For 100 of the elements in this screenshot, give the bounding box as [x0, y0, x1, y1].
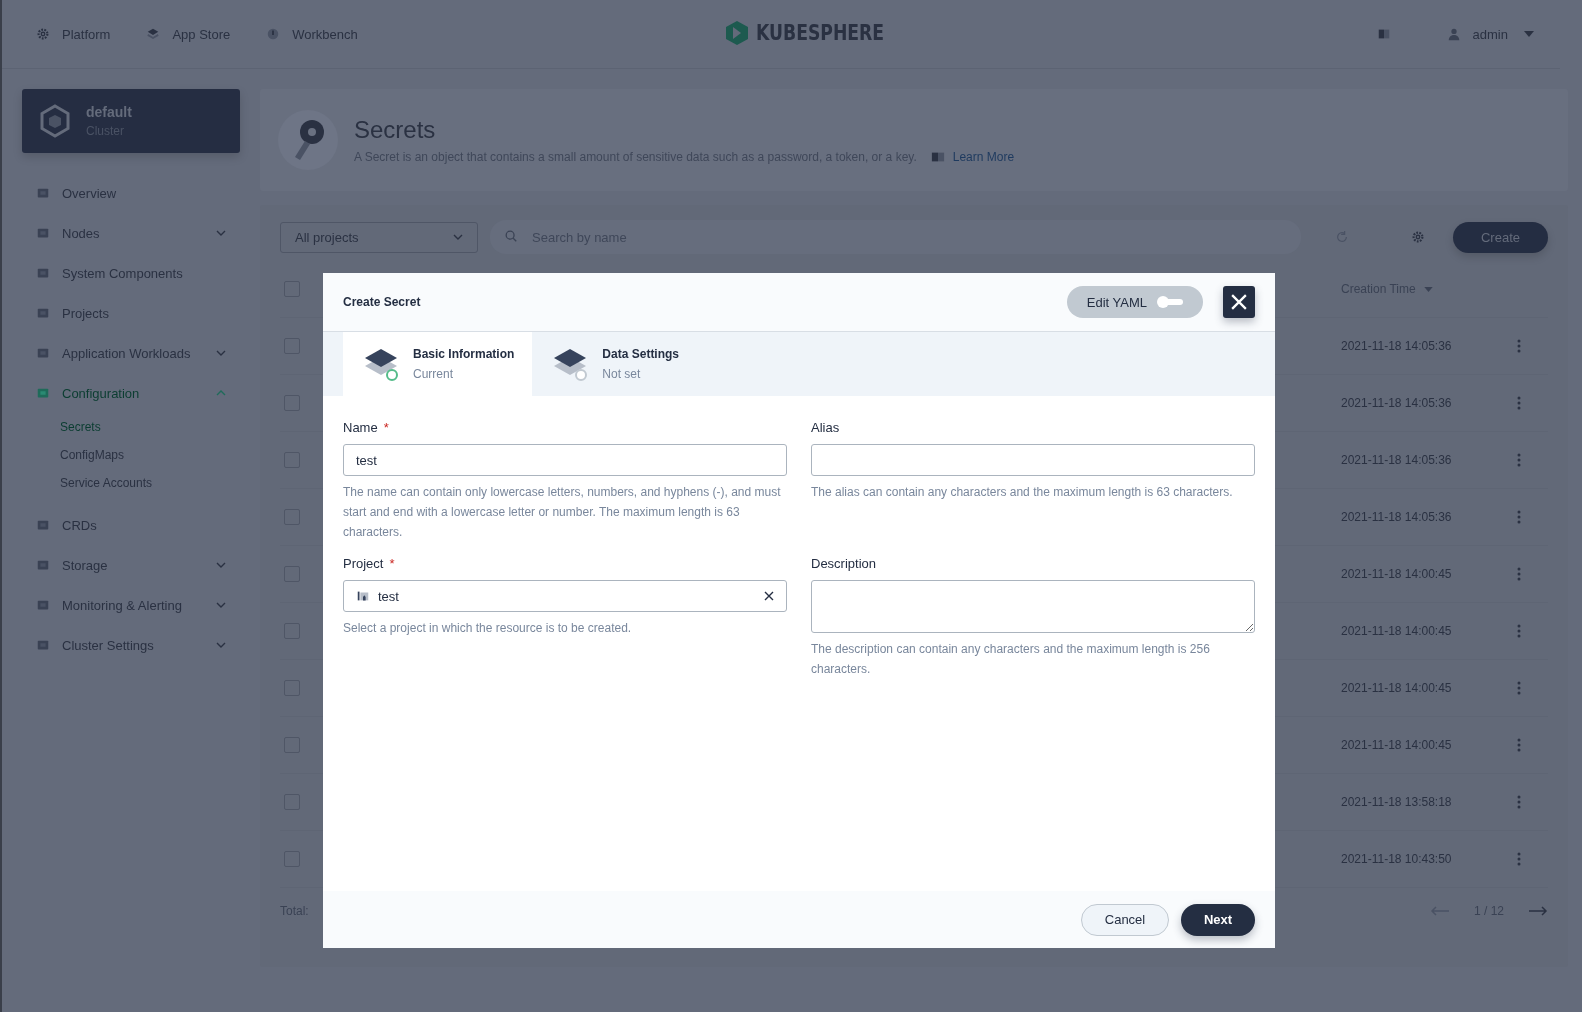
- book-icon[interactable]: [1376, 27, 1391, 41]
- nav-link[interactable]: Platform: [36, 26, 111, 42]
- sidebar-item[interactable]: CRDs: [22, 505, 240, 545]
- logo-text: KUBESPHERE: [756, 21, 885, 45]
- table-cell-text: 2021-11-18 13:58:18: [1341, 795, 1453, 809]
- more-icon[interactable]: [1517, 453, 1521, 467]
- table-cell-text: 2021-11-18 14:05:36: [1341, 510, 1453, 524]
- key-icon: [278, 110, 338, 170]
- learn-more-link[interactable]: Learn More: [952, 150, 1015, 164]
- cancel-button[interactable]: Cancel: [1081, 903, 1169, 936]
- menu-icon: [36, 558, 50, 572]
- table-cell-text: 2021-11-18 14:00:45: [1341, 624, 1453, 638]
- chevron-icon: [216, 230, 226, 236]
- create-button[interactable]: Create: [1453, 221, 1548, 253]
- step-status: Current: [413, 367, 454, 381]
- book-icon: [930, 150, 945, 164]
- project-icon: [356, 589, 370, 603]
- menu-icon: [36, 226, 50, 240]
- sidebar-item[interactable]: Projects: [22, 293, 240, 333]
- menu-icon: [36, 638, 50, 652]
- sidebar-item[interactable]: Application Workloads: [22, 333, 240, 373]
- field-hint: The description can contain any characters and the maximum length is 256 characters.: [811, 641, 1211, 678]
- logo-icon: [724, 20, 750, 46]
- more-icon[interactable]: [1517, 738, 1521, 752]
- input-field[interactable]: [811, 444, 1255, 476]
- step-title: Data Settings: [602, 347, 680, 361]
- project-filter[interactable]: All projects: [280, 221, 478, 253]
- sidebar-item[interactable]: Configuration: [22, 373, 240, 413]
- table-cell-text: 2021-11-18 10:43:50: [1341, 852, 1453, 866]
- more-icon[interactable]: [1517, 795, 1521, 809]
- sidebar-item[interactable]: Nodes: [22, 213, 240, 253]
- field-label: Name: [343, 419, 378, 435]
- refresh-icon[interactable]: [1335, 230, 1349, 244]
- more-icon[interactable]: [1517, 681, 1521, 695]
- settings-icon[interactable]: [1411, 230, 1425, 244]
- field-hint: Select a project in which the resource is to be created.: [343, 620, 633, 637]
- chevron-icon: [216, 642, 226, 648]
- clear-icon[interactable]: [764, 591, 774, 601]
- more-icon[interactable]: [1517, 510, 1521, 524]
- arrow-right-icon[interactable]: [1528, 906, 1548, 916]
- menu-icon: [36, 386, 50, 400]
- sort-icon[interactable]: [1423, 286, 1433, 292]
- menu-icon: [36, 266, 50, 280]
- more-icon[interactable]: [1517, 339, 1521, 353]
- table-cell-text: 2021-11-18 14:05:36: [1341, 396, 1453, 410]
- dialog-title: Create Secret: [343, 295, 422, 309]
- sidebar-item[interactable]: Monitoring & Alerting: [22, 585, 240, 625]
- arrow-left-icon[interactable]: [1429, 906, 1450, 916]
- required-mark: *: [383, 419, 389, 435]
- user-menu[interactable]: admin: [1446, 26, 1534, 42]
- page-title: Secrets: [354, 116, 437, 144]
- table-cell-text: 2021-11-18 14:00:45: [1341, 681, 1453, 695]
- field-hint: The name can contain only lowercase letters, numbers, and hyphens (-), and must start and end with a lowercase letter or number. The maximum length is 63 characters.: [343, 484, 782, 541]
- project-select[interactable]: test: [343, 580, 787, 612]
- menu-icon: [36, 186, 50, 200]
- table-cell-text: 2021-11-18 14:05:36: [1341, 339, 1453, 353]
- chevron-icon: [453, 234, 463, 240]
- menu-icon: [36, 518, 50, 532]
- more-icon[interactable]: [1517, 396, 1521, 410]
- sidebar-subitem[interactable]: Service Accounts: [60, 469, 240, 497]
- layers-icon: [146, 27, 161, 41]
- gear-icon: [36, 27, 50, 41]
- sidebar-item[interactable]: Cluster Settings: [22, 625, 240, 665]
- more-icon[interactable]: [1517, 567, 1521, 581]
- user-icon: [1446, 27, 1461, 41]
- more-icon[interactable]: [1517, 852, 1521, 866]
- chevron-icon: [216, 602, 226, 608]
- chevron-icon: [216, 562, 226, 568]
- dial-icon: [266, 27, 281, 41]
- next-button[interactable]: Next: [1181, 903, 1255, 936]
- close-button[interactable]: [1223, 286, 1255, 318]
- sidebar-item[interactable]: Storage: [22, 545, 240, 585]
- chevron-icon: [216, 390, 226, 396]
- step-tab[interactable]: Basic Information Current: [343, 332, 533, 396]
- sidebar-item[interactable]: System Components: [22, 253, 240, 293]
- field-hint: The alias can contain any characters and the maximum length is 63 characters.: [811, 484, 1234, 501]
- sidebar-subitem[interactable]: ConfigMaps: [60, 441, 240, 469]
- field-label: Description: [811, 555, 877, 571]
- close-icon: [1231, 294, 1247, 310]
- sidebar-item[interactable]: Overview: [22, 173, 240, 213]
- menu-icon: [36, 306, 50, 320]
- cluster-name: default: [86, 104, 132, 120]
- table-cell-text: 2021-11-18 14:00:45: [1341, 738, 1453, 752]
- edit-yaml-toggle[interactable]: Edit YAML: [1066, 286, 1203, 318]
- field-label: Project: [343, 555, 384, 571]
- input-field[interactable]: [811, 580, 1255, 633]
- step-tab[interactable]: Data Settings Not set: [532, 332, 698, 396]
- step-title: Basic Information: [413, 347, 515, 361]
- menu-icon: [36, 598, 50, 612]
- chevron-icon: [216, 350, 226, 356]
- nav-link[interactable]: Workbench: [266, 26, 358, 42]
- step-status: Not set: [602, 367, 642, 381]
- sidebar-subitem[interactable]: Secrets: [60, 413, 240, 441]
- cube-icon: [38, 104, 72, 138]
- table-cell-text: 2021-11-18 14:05:36: [1341, 453, 1453, 467]
- search-icon: [504, 229, 518, 243]
- input-field[interactable]: test: [343, 444, 787, 476]
- more-icon[interactable]: [1517, 624, 1521, 638]
- nav-link[interactable]: App Store: [146, 26, 231, 42]
- menu-icon: [36, 346, 50, 360]
